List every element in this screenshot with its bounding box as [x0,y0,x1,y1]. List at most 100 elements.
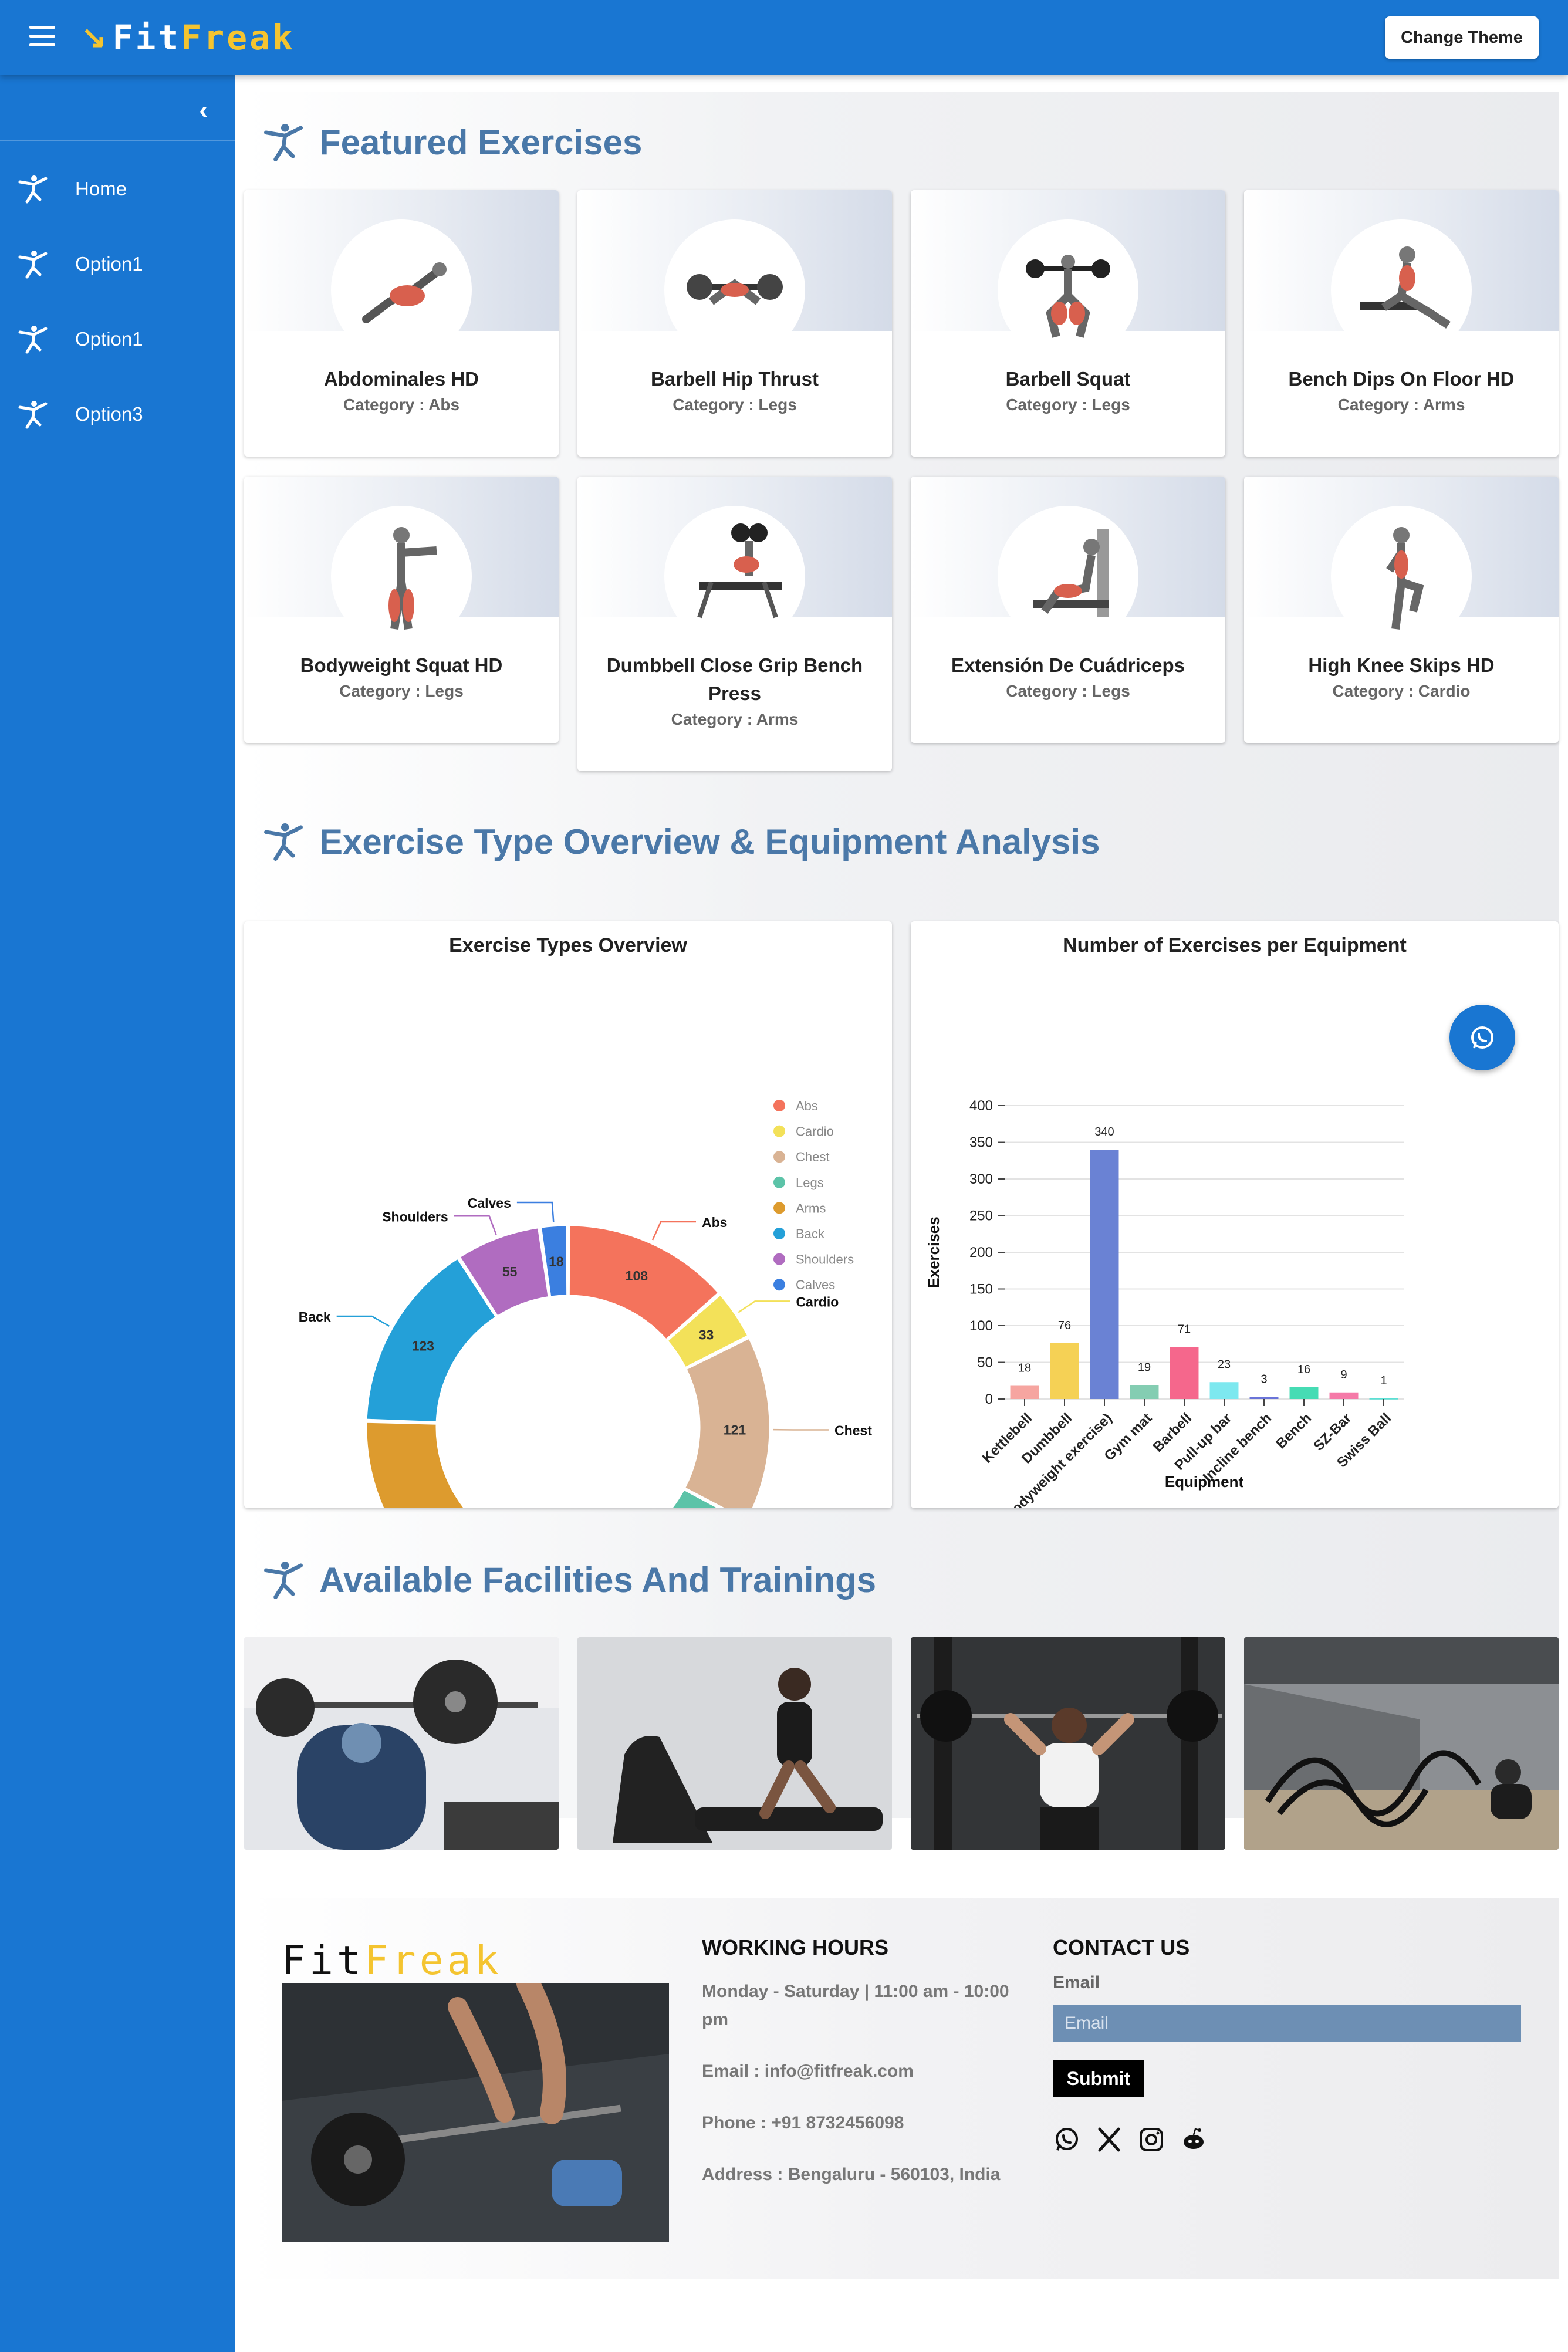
whatsapp-icon[interactable] [1053,2125,1081,2154]
sidebar-item-option3[interactable]: Option3 [0,384,235,445]
slice-category-label: Shoulders [382,1209,448,1224]
legend-marker [773,1176,785,1188]
exercise-card[interactable]: Barbell Squat Category : Legs [911,190,1225,457]
exercise-name: Extensión De Cuádriceps [951,654,1185,676]
slice-category-label: Abs [702,1215,727,1230]
menu-icon[interactable] [29,26,55,49]
bar-dumbbell [1050,1343,1079,1399]
bar-value-label: 18 [1018,1362,1031,1375]
bar-kettlebell [1010,1385,1039,1399]
kick-figure-icon [264,1562,303,1599]
section-title: Exercise Type Overview & Equipment Analy… [319,822,1100,861]
exercise-image [664,506,805,647]
legend-label: Arms [796,1201,826,1215]
legend-label: Cardio [796,1124,834,1139]
reddit-icon[interactable] [1180,2125,1208,2154]
x-icon[interactable] [1095,2125,1123,2154]
exercise-category: Category : Arms [671,710,799,728]
exercise-name: High Knee Skips HD [1308,654,1495,676]
slice-leader-line [738,1300,790,1313]
whatsapp-icon [1471,1026,1493,1049]
bar-gym-mat [1130,1385,1159,1399]
logo-arrow-icon: ↘ [81,21,107,55]
footer-photo-deadlift [282,1983,669,2242]
legend-marker [773,1279,785,1291]
legend-marker [773,1228,785,1239]
slice-value-label: 123 [412,1338,434,1353]
slice-value-label: 18 [549,1254,564,1269]
bar-value-label: 16 [1297,1363,1310,1376]
sidebar-item-label: Option3 [75,403,143,425]
contact-us-title: CONTACT US [1053,1935,1190,1959]
legend-label: Back [796,1226,825,1241]
featured-heading: Featured Exercises [263,113,642,171]
slice-category-label: Back [299,1309,331,1324]
slice-category-label: Cardio [796,1294,839,1309]
kick-figure-icon [18,326,48,354]
instagram-icon[interactable] [1137,2125,1165,2154]
sidebar-item-label: Option1 [75,253,143,275]
exercise-category: Category : Legs [339,682,464,700]
legend-label: Shoulders [796,1252,854,1267]
bar-incline-bench [1249,1397,1279,1399]
sidebar-item-option1-second[interactable]: Option1 [0,309,235,370]
bar-value-label: 9 [1340,1368,1347,1381]
bar-value-label: 23 [1218,1358,1231,1371]
slice-value-label: 55 [502,1264,518,1279]
facilities-heading: Available Facilities And Trainings [263,1550,876,1609]
whatsapp-fab-button[interactable] [1449,1005,1515,1070]
bar-sz-bar [1329,1392,1359,1399]
legend-marker [773,1253,785,1265]
exercise-card[interactable]: Dumbbell Close Grip Bench Press Category … [577,477,892,771]
chevron-left-icon[interactable]: ‹ [199,97,208,123]
legend-marker [773,1202,785,1214]
facility-photo-overhead-lift [911,1637,1225,1850]
bar-pull-up-bar [1209,1382,1239,1399]
exercise-image [1331,506,1472,647]
app-logo[interactable]: ↘ FitFreak [81,16,295,59]
legend-label: Abs [796,1099,818,1113]
email-input[interactable] [1053,2005,1521,2042]
slice-leader-line [454,1215,497,1235]
footer-logo: FitFreak [282,1938,502,1984]
sidebar-item-home[interactable]: Home [0,158,235,219]
kick-figure-icon [18,251,48,279]
main-content: Featured Exercises Abdominales HD Categor… [235,75,1568,2352]
sidebar-item-label: Option1 [75,328,143,350]
exercise-name: Abdominales HD [323,368,479,390]
equipment-chart-card: Number of Exercises per Equipment 0 50 100… [911,921,1559,1508]
footer-address-text: Address : Bengaluru - 560103, India [702,2165,1001,2184]
logo-freak-text: Freak [181,18,295,58]
working-hours-line: Monday - Saturday | 11:00 am - 10:00 [702,1982,1009,2001]
exercise-card[interactable]: Barbell Hip Thrust Category : Legs [577,190,892,457]
submit-button[interactable]: Submit [1053,2060,1144,2097]
exercise-name: Dumbbell Close Grip Bench Press [606,654,863,704]
donut-slice-arms [365,1421,466,1508]
facility-photo-treadmill [577,1637,892,1850]
y-tick-label: 300 [969,1171,993,1187]
x-tick-label: Bench [1273,1410,1314,1452]
exercise-image [331,219,472,360]
bar-none-bodyweight-exercise- [1090,1150,1119,1399]
slice-category-label: Calves [468,1195,511,1211]
exercise-category: Category : Abs [343,396,460,414]
exercise-card[interactable]: High Knee Skips HD Category : Cardio [1244,477,1559,743]
legend-label: Calves [796,1278,835,1292]
y-axis-title: Exercises [925,1216,942,1287]
page-title: Featured Exercises [319,122,643,162]
legend-label: Legs [796,1175,824,1190]
x-axis-title: Equipment [1165,1473,1244,1491]
sidebar-item-option1[interactable]: Option1 [0,234,235,295]
legend-marker [773,1151,785,1163]
exercise-card[interactable]: Extensión De Cuádriceps Category : Legs [911,477,1225,743]
change-theme-button[interactable]: Change Theme [1385,16,1539,59]
kick-figure-icon [18,175,48,204]
exercise-card[interactable]: Bodyweight Squat HD Category : Legs [244,477,559,743]
working-hours-line: pm [702,2010,728,2029]
exercise-card[interactable]: Bench Dips On Floor HD Category : Arms [1244,190,1559,457]
y-tick-label: 250 [969,1208,993,1224]
exercise-card[interactable]: Abdominales HD Category : Abs [244,190,559,457]
y-tick-label: 350 [969,1135,993,1151]
section-title: Available Facilities And Trainings [319,1560,877,1600]
slice-category-label: Chest [834,1423,872,1438]
